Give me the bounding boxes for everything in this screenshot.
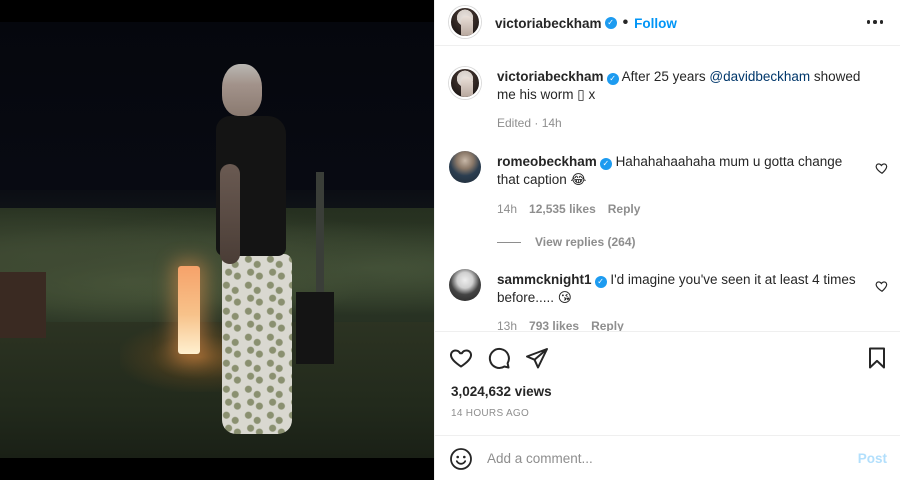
author-username[interactable]: victoriabeckham bbox=[495, 16, 602, 31]
post-header: victoriabeckham ✓ • Follow bbox=[435, 0, 900, 46]
caption-author-username[interactable]: victoriabeckham bbox=[497, 69, 604, 84]
caption-prefix: After 25 years bbox=[621, 69, 710, 84]
view-replies-line bbox=[497, 241, 521, 243]
commenter-avatar[interactable] bbox=[449, 151, 481, 183]
heart-icon[interactable] bbox=[449, 346, 473, 370]
caption-author-avatar[interactable] bbox=[449, 67, 481, 99]
video-scene-planter bbox=[0, 272, 46, 338]
view-replies-label: View replies (264) bbox=[535, 235, 636, 249]
more-options-icon[interactable] bbox=[865, 12, 885, 32]
comments-list[interactable]: victoriabeckham ✓ After 25 years @davidbe… bbox=[435, 47, 900, 331]
verified-badge-icon: ✓ bbox=[606, 73, 619, 85]
verified-badge-icon: ✓ bbox=[604, 17, 617, 29]
author-line: victoriabeckham ✓ • Follow bbox=[495, 14, 677, 32]
comment-like-heart-icon[interactable] bbox=[875, 279, 889, 293]
emoji-icon[interactable] bbox=[449, 447, 473, 471]
comment-reply-button[interactable]: Reply bbox=[608, 202, 641, 216]
separator-dot: • bbox=[622, 14, 629, 31]
comment-text: romeobeckham ✓ Hahahahaahaha mum u gotta … bbox=[497, 153, 867, 189]
view-count[interactable]: 3,024,632 views bbox=[451, 384, 552, 399]
comment-likes[interactable]: 12,535 likes bbox=[529, 202, 596, 216]
commenter-avatar[interactable] bbox=[449, 269, 481, 301]
caption-row: victoriabeckham ✓ After 25 years @davidbe… bbox=[449, 65, 889, 135]
video-scene-lamp bbox=[178, 266, 200, 354]
share-icon[interactable] bbox=[525, 346, 549, 370]
post-media[interactable] bbox=[0, 0, 434, 480]
video-scene-post bbox=[316, 172, 324, 292]
post-actions: 3,024,632 views 14 HOURS AGO bbox=[435, 331, 900, 435]
comment-meta: 14h 12,535 likes Reply bbox=[497, 202, 652, 216]
view-replies-button[interactable]: View replies (264) bbox=[497, 235, 636, 249]
comment-time: 14h bbox=[497, 202, 518, 216]
comment-time: 13h bbox=[497, 319, 518, 331]
author-avatar[interactable] bbox=[449, 6, 481, 38]
comment-input[interactable]: Add a comment... bbox=[487, 451, 593, 466]
comment-likes[interactable]: 793 likes bbox=[529, 319, 579, 331]
comment-composer: Add a comment... Post bbox=[435, 435, 900, 480]
person-arm bbox=[220, 164, 240, 264]
bookmark-icon[interactable] bbox=[865, 346, 889, 370]
comment-like-heart-icon[interactable] bbox=[875, 161, 889, 175]
person-head bbox=[222, 64, 262, 116]
post-side-panel: victoriabeckham ✓ • Follow victoriabeckh… bbox=[434, 0, 900, 480]
caption-edited: Edited · 14h bbox=[497, 116, 562, 130]
video-scene-person bbox=[212, 64, 312, 434]
video-player[interactable] bbox=[0, 22, 434, 458]
comment-text: sammcknight1 ✓ I'd imagine you've seen it… bbox=[497, 271, 867, 307]
verified-badge-icon: ✓ bbox=[594, 276, 607, 288]
post-timestamp[interactable]: 14 HOURS AGO bbox=[451, 408, 529, 419]
caption-text: victoriabeckham ✓ After 25 years @davidbe… bbox=[497, 68, 867, 104]
follow-button[interactable]: Follow bbox=[634, 16, 677, 31]
person-legs bbox=[222, 254, 292, 434]
comment-meta: 13h 793 likes Reply bbox=[497, 319, 636, 331]
caption-mention-link[interactable]: @davidbeckham bbox=[709, 69, 810, 84]
commenter-username[interactable]: romeobeckham bbox=[497, 154, 597, 169]
commenter-username[interactable]: sammcknight1 bbox=[497, 272, 592, 287]
comment-icon[interactable] bbox=[487, 346, 511, 370]
verified-badge-icon: ✓ bbox=[599, 158, 612, 170]
post-comment-button[interactable]: Post bbox=[858, 451, 887, 466]
comment-reply-button[interactable]: Reply bbox=[591, 319, 624, 331]
comment-item: sammcknight1 ✓ I'd imagine you've seen it… bbox=[449, 269, 889, 331]
